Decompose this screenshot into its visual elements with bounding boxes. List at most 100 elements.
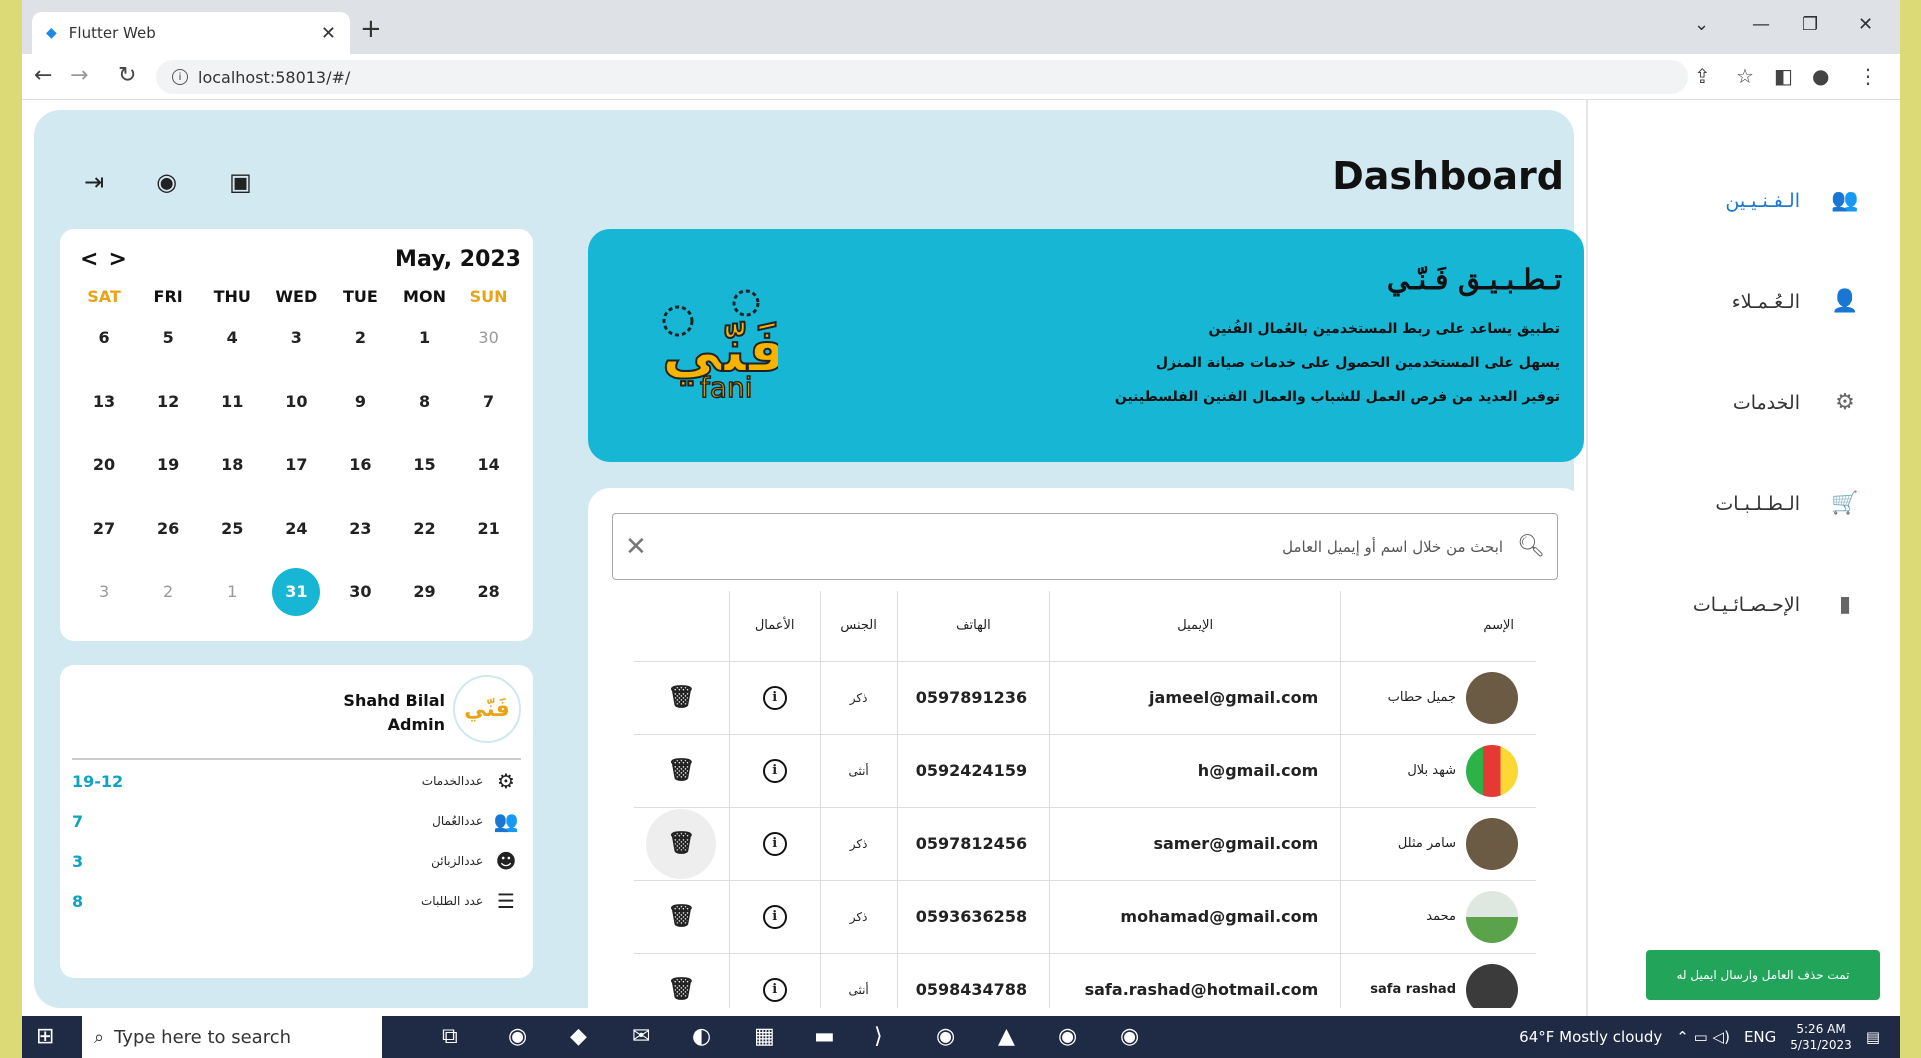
notifications-icon[interactable]: ▤ <box>1866 1028 1880 1046</box>
new-tab-button[interactable]: + <box>360 14 382 44</box>
calendar-day[interactable]: 4 <box>200 328 264 347</box>
chrome-icon[interactable]: ◉ <box>1120 1024 1139 1049</box>
file-explorer-icon[interactable]: ▬ <box>814 1024 835 1049</box>
clock[interactable]: 5:26 AM 5/31/2023 <box>1790 1021 1852 1053</box>
store-icon[interactable]: ▦ <box>754 1024 775 1049</box>
site-info-icon[interactable]: i <box>172 69 188 85</box>
stat-value: 8 <box>72 891 84 911</box>
photos-icon[interactable]: ▲ <box>998 1024 1015 1049</box>
calendar-day[interactable]: 14 <box>457 455 521 474</box>
maximize-button[interactable]: ❐ <box>1802 14 1818 35</box>
menu-icon[interactable]: ⋮ <box>1858 64 1878 88</box>
browser-tab[interactable]: ◆ Flutter Web ✕ <box>32 12 350 54</box>
calendar-day[interactable]: 22 <box>392 519 456 538</box>
calendar-day[interactable]: 16 <box>328 455 392 474</box>
details-button[interactable]: i <box>728 807 821 881</box>
prev-month-button[interactable]: < <box>80 247 108 272</box>
details-button[interactable]: i <box>728 661 821 735</box>
calendar-day[interactable]: 9 <box>328 392 392 411</box>
logout-icon[interactable]: ⇥ <box>84 168 104 196</box>
minimize-button[interactable]: — <box>1752 14 1770 35</box>
search-input[interactable]: ✕ ابحث من خلال اسم أو إيميل العامل 🔍︎ <box>612 513 1558 580</box>
mail-icon[interactable]: ✉ <box>632 1024 650 1049</box>
next-month-button[interactable]: > <box>108 247 136 272</box>
phone-cell: 0597812456 <box>896 807 1050 881</box>
chrome-active-icon[interactable]: ◉ <box>1058 1024 1077 1049</box>
taskbar-search-text: Type here to search <box>114 1026 292 1048</box>
calendar-day[interactable]: 7 <box>457 392 521 411</box>
bookmark-star-icon[interactable]: ☆ <box>1736 64 1754 88</box>
language-indicator[interactable]: ENG <box>1744 1028 1776 1046</box>
chrome-icon[interactable]: ◉ <box>508 1024 527 1049</box>
calendar-day[interactable]: 28 <box>457 582 521 601</box>
calendar-day[interactable]: 24 <box>264 519 328 538</box>
app-icon[interactable]: ◆ <box>570 1024 587 1049</box>
gears-icon: ⚙ <box>1835 390 1855 415</box>
chat-icon[interactable]: ▣ <box>229 168 252 196</box>
calendar-day[interactable]: 15 <box>392 455 456 474</box>
clear-icon[interactable]: ✕ <box>625 532 647 562</box>
close-window-button[interactable]: ✕ <box>1858 14 1873 35</box>
close-tab-icon[interactable]: ✕ <box>321 23 336 44</box>
reload-icon[interactable]: ↻ <box>118 63 136 88</box>
sidebar-item-technicians[interactable]: الـفـنـيـين 👥 <box>1725 188 1860 213</box>
weather-widget[interactable]: 64°F Mostly cloudy <box>1519 1028 1662 1046</box>
url-field[interactable]: i localhost:58013/#/ <box>156 60 1688 94</box>
people-icon: 👥 <box>493 809 519 833</box>
calendar-day[interactable]: 30 <box>328 582 392 601</box>
sidebar-item-label: الـعُـمـلاء <box>1731 290 1800 313</box>
calendar-day[interactable]: 21 <box>457 519 521 538</box>
task-view-icon[interactable]: ⧉ <box>442 1024 458 1049</box>
side-panel-icon[interactable]: ◧ <box>1774 64 1793 88</box>
delete-button[interactable]: 🗑 <box>634 734 730 808</box>
calendar-day[interactable]: 8 <box>392 392 456 411</box>
calendar-day[interactable]: 11 <box>200 392 264 411</box>
details-button[interactable]: i <box>728 953 821 1008</box>
calendar-day[interactable]: 6 <box>72 328 136 347</box>
calendar-day[interactable]: 10 <box>264 392 328 411</box>
account-icon[interactable]: ◉ <box>156 168 177 196</box>
calendar-day[interactable]: 26 <box>136 519 200 538</box>
sidebar-item-statistics[interactable]: الإحـصـائـيـات ▮ <box>1693 592 1860 617</box>
calendar-day[interactable]: 29 <box>392 582 456 601</box>
calendar-day[interactable]: 5 <box>136 328 200 347</box>
calendar-day-selected[interactable]: 31 <box>264 567 328 616</box>
details-button[interactable]: i <box>728 880 821 954</box>
calendar-day[interactable]: 1 <box>200 582 264 601</box>
calendar-day[interactable]: 2 <box>136 582 200 601</box>
calendar-day[interactable]: 2 <box>328 328 392 347</box>
chrome-icon[interactable]: ◉ <box>936 1024 955 1049</box>
calendar-day[interactable]: 19 <box>136 455 200 474</box>
sidebar-item-customers[interactable]: الـعُـمـلاء 👤 <box>1732 289 1860 314</box>
taskbar-search[interactable]: ⌕ Type here to search <box>82 1016 382 1058</box>
calendar-day[interactable]: 3 <box>264 328 328 347</box>
calendar-day[interactable]: 3 <box>72 582 136 601</box>
calendar-day[interactable]: 23 <box>328 519 392 538</box>
sidebar-item-orders[interactable]: الـطـلـبـات 🛒 <box>1715 491 1860 516</box>
calendar-day[interactable]: 13 <box>72 392 136 411</box>
delete-button[interactable]: 🗑 <box>634 807 730 881</box>
calendar-day[interactable]: 20 <box>72 455 136 474</box>
calendar-day[interactable]: 18 <box>200 455 264 474</box>
calendar-day[interactable]: 17 <box>264 455 328 474</box>
back-icon[interactable]: ← <box>34 63 52 88</box>
tab-search-icon[interactable]: ⌄ <box>1694 14 1709 35</box>
edge-icon[interactable]: ◐ <box>692 1024 711 1049</box>
forward-icon[interactable]: → <box>70 63 88 88</box>
delete-button[interactable]: 🗑 <box>634 880 730 954</box>
calendar-day[interactable]: 1 <box>392 328 456 347</box>
vscode-icon[interactable]: ⟩ <box>874 1024 883 1049</box>
tray-icons[interactable]: ⌃ ▭ ◁) <box>1676 1028 1730 1046</box>
windows-start-icon[interactable]: ⊞ <box>36 1024 54 1049</box>
calendar-day[interactable]: 30 <box>457 328 521 347</box>
delete-button[interactable]: 🗑 <box>634 661 730 735</box>
calendar-day[interactable]: 25 <box>200 519 264 538</box>
calendar-day[interactable]: 27 <box>72 519 136 538</box>
share-icon[interactable]: ⇪ <box>1694 64 1711 88</box>
profile-icon[interactable]: ● <box>1812 64 1829 88</box>
delete-button[interactable]: 🗑 <box>634 953 730 1008</box>
calendar-day[interactable]: 12 <box>136 392 200 411</box>
fani-logo: فَنّي fani <box>638 285 787 405</box>
details-button[interactable]: i <box>728 734 821 808</box>
sidebar-item-services[interactable]: الخدمات ⚙ <box>1733 390 1860 415</box>
